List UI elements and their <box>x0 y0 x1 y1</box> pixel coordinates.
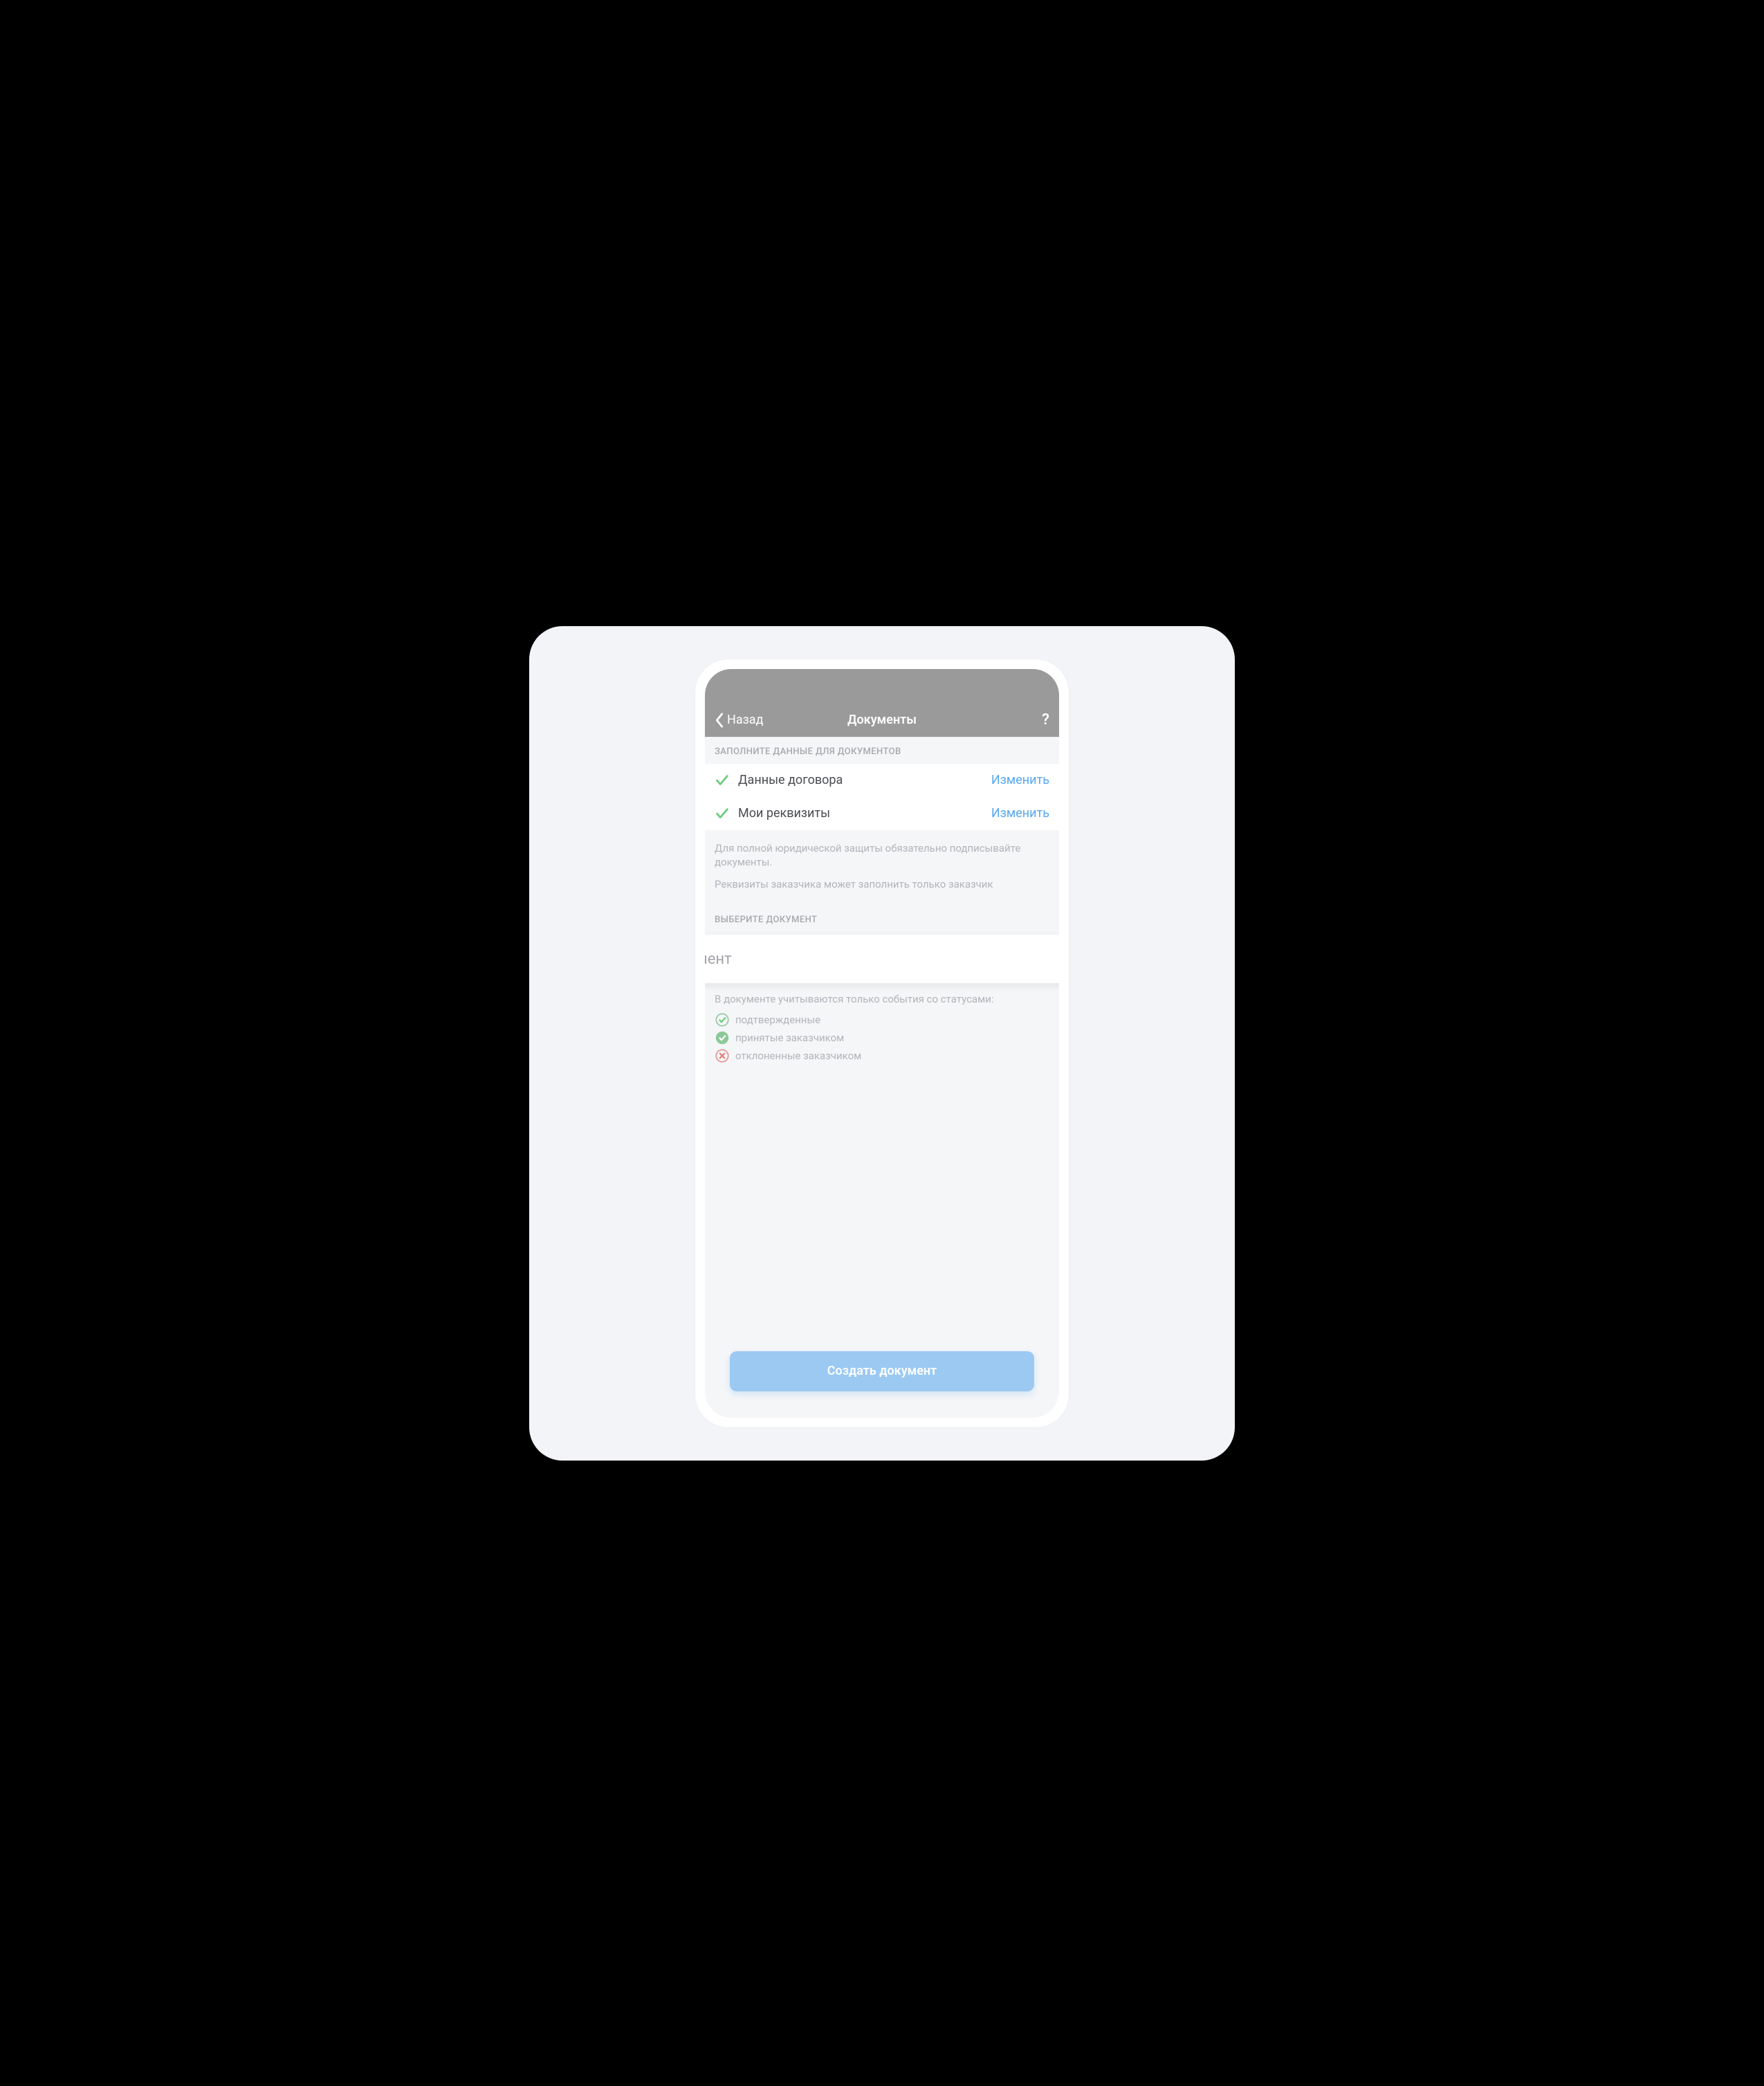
back-label: Назад <box>727 713 763 727</box>
create-document-button[interactable]: Создать документ <box>730 1351 1034 1391</box>
section-header-fill: ЗАПОЛНИТЕ ДАННЫЕ ДЛЯ ДОКУМЕНТОВ <box>705 737 1059 764</box>
status-row-rejected: отклоненные заказчиком <box>705 1047 1059 1065</box>
navigation-bar: Назад Документы ? <box>705 704 1059 737</box>
status-bar <box>705 669 1059 704</box>
chevron-left-icon <box>715 713 724 728</box>
check-icon <box>715 806 730 821</box>
check-outline-icon <box>715 1012 730 1027</box>
status-row-confirmed: подтвержденные <box>705 1011 1059 1029</box>
backdrop: Назад Документы ? ЗАПОЛНИТЕ ДАННЫЕ ДЛЯ Д… <box>529 626 1235 1461</box>
edit-link[interactable]: Изменить <box>991 806 1049 821</box>
check-icon <box>715 773 730 788</box>
status-text: отклоненные заказчиком <box>735 1050 861 1062</box>
item-label: Мои реквизиты <box>738 806 983 821</box>
status-row-accepted: принятые заказчиком <box>705 1029 1059 1047</box>
items-list: Данные договора Изменить Мои реквизиты И… <box>705 764 1059 830</box>
info-text: Для полной юридической защиты обязательн… <box>715 841 1049 870</box>
item-my-requisites[interactable]: Мои реквизиты Изменить <box>705 797 1059 830</box>
item-label: Данные договора <box>738 773 983 787</box>
content: ЗАПОЛНИТЕ ДАННЫЕ ДЛЯ ДОКУМЕНТОВ Данные д… <box>705 737 1059 1351</box>
select-wrap: Документ <box>705 935 1059 983</box>
help-button[interactable]: ? <box>1042 711 1049 729</box>
status-text: принятые заказчиком <box>735 1032 844 1044</box>
device-frame: Назад Документы ? ЗАПОЛНИТЕ ДАННЫЕ ДЛЯ Д… <box>695 659 1069 1427</box>
cross-circle-icon <box>715 1048 730 1063</box>
document-select[interactable]: Документ <box>705 935 1059 983</box>
select-placeholder: Документ <box>705 951 732 968</box>
screen: Назад Документы ? ЗАПОЛНИТЕ ДАННЫЕ ДЛЯ Д… <box>705 669 1059 1418</box>
info-block: Для полной юридической защиты обязательн… <box>705 830 1059 906</box>
item-contract-data[interactable]: Данные договора Изменить <box>705 764 1059 797</box>
section-header-select: ВЫБЕРИТЕ ДОКУМЕНТ <box>705 905 1059 932</box>
back-button[interactable]: Назад <box>715 713 763 728</box>
edit-link[interactable]: Изменить <box>991 773 1049 787</box>
status-intro: В документе учитываются только события с… <box>705 993 1059 1005</box>
status-text: подтвержденные <box>735 1014 820 1026</box>
check-filled-icon <box>715 1030 730 1045</box>
info-text: Реквизиты заказчика может заполнить толь… <box>715 877 1049 891</box>
